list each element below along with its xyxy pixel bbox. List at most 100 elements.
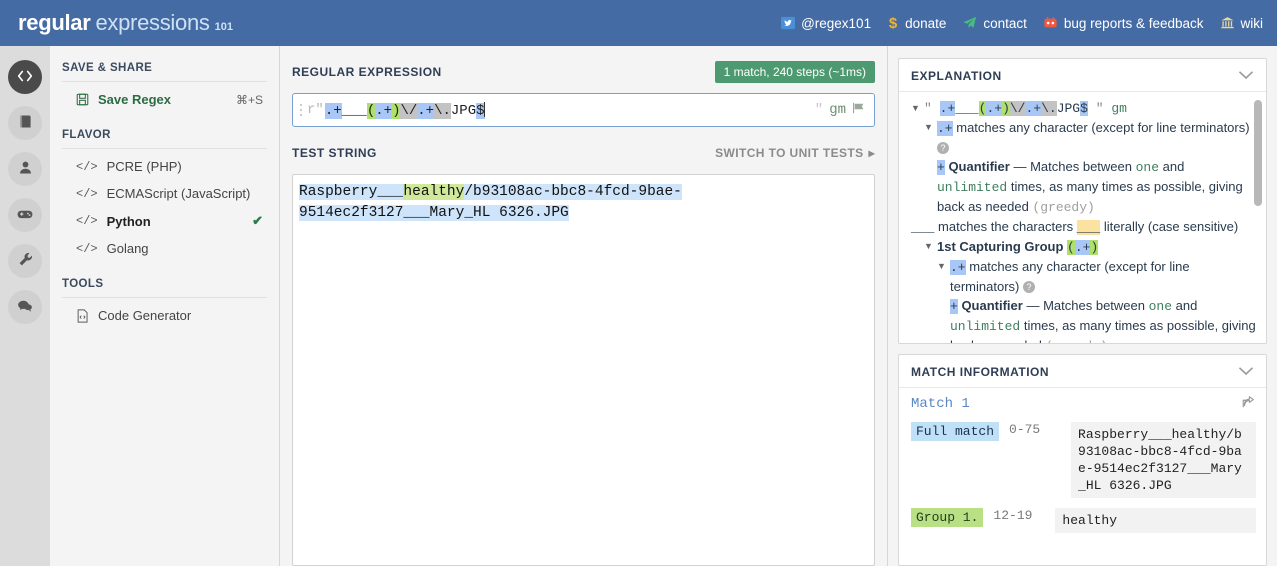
flags-value: gm	[829, 102, 846, 118]
bank-icon	[1220, 16, 1235, 30]
explanation-root-text: " .+___(.+)\/.+\.JPG$ " gm	[924, 101, 1127, 116]
explanation-quantifier-2: + Quantifier — Matches between one and u…	[911, 296, 1256, 343]
explanation-capturing-group[interactable]: ▼ 1st Capturing Group (.+)	[911, 237, 1256, 257]
literal-text: ___ matches the characters ___ literally…	[911, 219, 1239, 235]
match-row-group-1: Group 1. 12-19 healthy	[911, 508, 1256, 533]
explanation-body[interactable]: ▼ " .+___(.+)\/.+\.JPG$ " gm ▼ .+ matche…	[899, 92, 1266, 343]
flavor-golang[interactable]: </> Golang	[62, 235, 267, 262]
match-range: 12-19	[993, 508, 1033, 523]
nav-twitter-label: @regex101	[801, 15, 872, 31]
user-icon	[17, 159, 34, 179]
rail-item-community[interactable]	[8, 290, 42, 324]
nav-donate-label: donate	[905, 15, 947, 31]
nav-bug-reports[interactable]: bug reports & feedback	[1043, 16, 1204, 31]
flavor-heading: FLAVOR	[62, 129, 267, 149]
match-information-title: MATCH INFORMATION	[911, 364, 1050, 379]
explanation-node-dot-plus[interactable]: ▼ .+ matches any character (except for l…	[911, 118, 1256, 157]
test-string-header: TEST STRING SWITCH TO UNIT TESTS ▸	[292, 141, 875, 165]
flavor-pcre-php[interactable]: </> PCRE (PHP)	[62, 153, 267, 180]
save-share-heading: SAVE & SHARE	[62, 62, 267, 82]
switch-unit-tests-label: SWITCH TO UNIT TESTS	[715, 146, 864, 160]
rail-item-settings[interactable]	[8, 244, 42, 278]
save-regex-shortcut: ⌘+S	[235, 92, 263, 107]
explanation-scrollbar[interactable]	[1254, 100, 1262, 335]
flavor-ecmascript[interactable]: </> ECMAScript (JavaScript)	[62, 180, 267, 207]
logo-part-expressions: expressions	[95, 10, 210, 35]
rail-item-regex-editor[interactable]	[8, 60, 42, 94]
gamepad-icon	[16, 205, 34, 226]
code-tag-icon: </>	[76, 186, 98, 201]
raw-string-prefix: r"	[307, 102, 324, 118]
match-value: healthy	[1055, 508, 1256, 533]
flag-icon[interactable]	[852, 102, 866, 119]
tool-code-generator[interactable]: Code Generator	[62, 302, 267, 329]
chat-icon	[16, 297, 34, 318]
capturing-group-text: 1st Capturing Group (.+)	[937, 239, 1099, 255]
explanation-literal-line: ___ matches the characters ___ literally…	[911, 217, 1256, 237]
match-count-badge: 1 match, 240 steps (~1ms)	[714, 61, 875, 83]
explanation-title: EXPLANATION	[911, 68, 1002, 83]
regex-input-field[interactable]: r" .+___(.+)\/.+\.JPG$ " gm	[292, 93, 875, 127]
twitter-icon	[781, 16, 796, 30]
chevron-down-icon[interactable]	[1238, 364, 1254, 379]
explanation-node-dot-plus-2[interactable]: ▼ .+ matches any character (except for l…	[911, 257, 1256, 296]
site-logo[interactable]: regular expressions 101	[18, 10, 233, 36]
wrench-icon	[17, 251, 34, 271]
explanation-header: EXPLANATION	[899, 59, 1266, 92]
explanation-node-text: .+ matches any character (except for lin…	[950, 259, 1190, 294]
scrollbar-thumb[interactable]	[1254, 100, 1262, 206]
chevron-down-icon[interactable]	[1238, 68, 1254, 83]
flavor-python[interactable]: </> Python ✔	[62, 207, 267, 235]
twisty-icon[interactable]: ▼	[911, 99, 924, 118]
save-regex-label: Save Regex	[98, 92, 171, 107]
explanation-quantifier-1: + Quantifier — Matches between one and u…	[911, 157, 1256, 217]
nav-contact-label: contact	[983, 15, 1027, 31]
drag-handle-icon[interactable]	[299, 102, 303, 118]
top-navigation-bar: regular expressions 101 @regex101 $ dona…	[0, 0, 1277, 46]
rail-item-account[interactable]	[8, 152, 42, 186]
share-icon[interactable]	[1241, 395, 1256, 412]
logo-part-regular: regular	[18, 10, 91, 35]
twisty-icon[interactable]: ▼	[924, 118, 937, 157]
flavor-label: Golang	[106, 241, 149, 256]
nav-donate[interactable]: $ donate	[887, 15, 946, 31]
tool-label: Code Generator	[98, 308, 192, 323]
rail-item-library[interactable]	[8, 106, 42, 140]
file-code-icon	[76, 308, 89, 323]
code-tag-icon: </>	[76, 214, 98, 228]
explanation-root-node[interactable]: ▼ " .+___(.+)\/.+\.JPG$ " gm	[911, 99, 1256, 118]
gitlab-icon	[1043, 16, 1058, 30]
help-icon[interactable]: ?	[1022, 281, 1035, 293]
save-regex-button[interactable]: Save Regex ⌘+S	[62, 86, 267, 113]
code-tag-icon: </>	[76, 241, 98, 256]
regex-header: REGULAR EXPRESSION 1 match, 240 steps (~…	[292, 60, 875, 84]
regex-pattern-text[interactable]: .+___(.+)\/.+\.JPG$	[324, 101, 807, 119]
nav-wiki[interactable]: wiki	[1220, 16, 1263, 31]
quantifier-text: + Quantifier — Matches between one and u…	[950, 298, 1256, 343]
flavor-label: PCRE (PHP)	[106, 159, 182, 174]
logo-part-101: 101	[214, 21, 233, 33]
nav-contact[interactable]: contact	[962, 16, 1027, 31]
test-string-editor[interactable]: Raspberry___healthy/b93108ac-bbc8-4fcd-9…	[292, 174, 875, 566]
twisty-icon[interactable]: ▼	[924, 237, 937, 257]
match-information-body: Match 1 Full match 0-75 Raspberry___heal…	[899, 388, 1266, 539]
editor-panel: REGULAR EXPRESSION 1 match, 240 steps (~…	[280, 46, 888, 566]
test-string-line: 9514ec2f3127___Mary_HL 6326.JPG	[299, 205, 569, 221]
explanation-card: EXPLANATION ▼ " .+___(.+)\/.+\.JPG$ " gm…	[898, 58, 1267, 344]
regex101-app: regular expressions 101 @regex101 $ dona…	[0, 0, 1277, 566]
icon-rail	[0, 46, 50, 566]
paper-plane-icon	[962, 16, 977, 30]
svg-text:$: $	[889, 15, 898, 31]
switch-to-unit-tests-button[interactable]: SWITCH TO UNIT TESTS ▸	[715, 146, 875, 160]
match-label: Match 1	[911, 395, 970, 412]
regex-flags[interactable]: " gm	[815, 102, 866, 119]
flavor-label: ECMAScript (JavaScript)	[106, 186, 251, 201]
help-icon[interactable]: ?	[937, 142, 949, 154]
rail-item-quiz[interactable]	[8, 198, 42, 232]
nav-twitter[interactable]: @regex101	[781, 16, 871, 31]
main-area: SAVE & SHARE Save Regex ⌘+S FLAVOR </> P…	[0, 46, 1277, 566]
twisty-icon[interactable]: ▼	[937, 257, 950, 296]
quantifier-text: + Quantifier — Matches between one and u…	[937, 159, 1243, 215]
test-string-label: TEST STRING	[292, 146, 377, 160]
code-tag-icon: </>	[76, 159, 98, 174]
